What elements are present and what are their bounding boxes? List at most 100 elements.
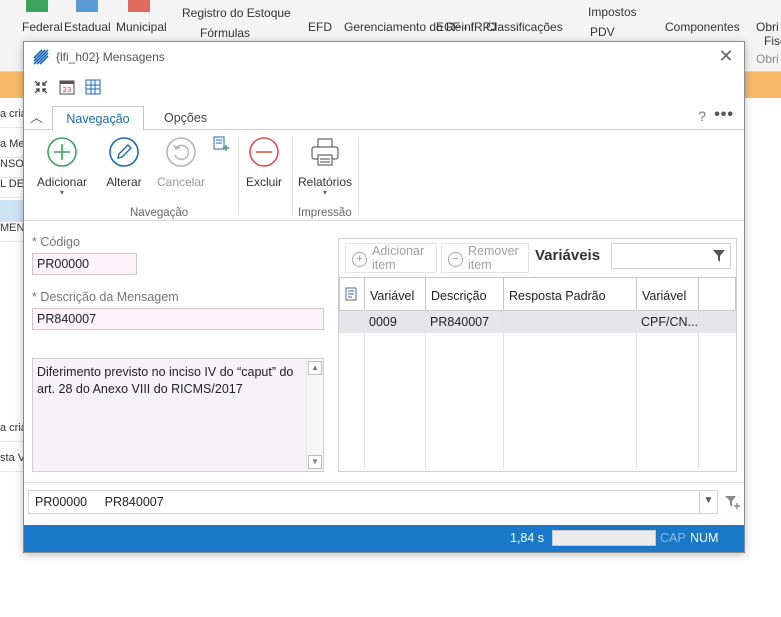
bg-row: sta V (0, 452, 24, 472)
grid-line (425, 311, 426, 469)
bg-row: NSO (0, 158, 24, 178)
copy-add-icon (213, 136, 229, 151)
mensagem-textarea[interactable]: Diferimento previsto no inciso IV do “ca… (32, 358, 324, 472)
estadual-icon (76, 0, 98, 12)
cell-resposta-padrao[interactable] (503, 311, 637, 333)
bg-row: a cria (0, 108, 24, 128)
tab-navegacao[interactable]: Navegação (52, 106, 144, 131)
variaveis-title: Variáveis (535, 247, 601, 264)
variaveis-grid: Variável Descrição Resposta Padrão Variá… (339, 277, 736, 471)
status-progress-bar (552, 530, 656, 546)
background-right-panel (744, 98, 781, 518)
column-header-extra[interactable] (698, 277, 736, 311)
bg-row: a Me (0, 138, 24, 158)
grid-line (364, 311, 365, 469)
tab-opcoes[interactable]: Opções (152, 106, 219, 131)
window-title: {lfi_h02} Mensagens (56, 50, 165, 64)
group-label-impressao: Impressão (298, 207, 352, 219)
add-copy-button[interactable] (212, 135, 230, 156)
chevron-down-icon[interactable]: ▼ (699, 491, 717, 513)
remover-item-button[interactable]: − Remover item (441, 243, 529, 273)
variaveis-search-input[interactable] (611, 243, 731, 269)
ribbon-formulas[interactable]: Fórmulas (182, 26, 250, 40)
record-descricao: PR840007 (104, 495, 164, 509)
codigo-input[interactable]: PR00000 (32, 253, 137, 275)
record-selector-bar: PR00000 PR840007 ▼ (24, 482, 744, 518)
scroll-up-icon[interactable]: ▲ (308, 361, 322, 375)
ribbon-componentes[interactable]: Componentes (665, 20, 740, 34)
collapse-arrows-icon[interactable] (32, 78, 50, 96)
ribbon-federal[interactable]: Federal (22, 20, 63, 34)
grid-line (698, 311, 699, 469)
ribbon-estadual[interactable]: Estadual (64, 20, 111, 34)
ribbon-registro-estoque[interactable]: Registro do Estoque (182, 6, 291, 20)
ribbon-efd[interactable]: EFD (308, 20, 332, 34)
scroll-down-icon[interactable]: ▼ (308, 455, 322, 469)
adicionar-button[interactable]: Adicionar ▾ (34, 135, 90, 197)
column-header-resposta-padrao[interactable]: Resposta Padrão (503, 277, 637, 311)
adicionar-item-button[interactable]: + Adicionar item (345, 243, 437, 273)
filter-icon[interactable] (712, 249, 726, 263)
column-header-variavel[interactable]: Variável (364, 277, 426, 311)
svg-text:23: 23 (63, 86, 72, 94)
record-selector-field[interactable]: PR00000 PR840007 ▼ (28, 490, 718, 514)
background-left-list: a cria a Me NSO L DE MENT a cria sta V (0, 98, 24, 518)
more-options-button[interactable]: ••• (714, 106, 734, 124)
title-bar: {lfi_h02} Mensagens ✕ (24, 42, 744, 72)
collapse-ribbon-icon[interactable]: ︿ (30, 107, 46, 125)
relatorios-label: Relatórios (297, 175, 353, 189)
group-label-navegacao: Navegação (130, 207, 189, 219)
close-button[interactable]: ✕ (716, 46, 736, 66)
record-codigo: PR00000 (35, 495, 88, 509)
cell-variavel-2[interactable]: CPF/CN... (636, 311, 699, 333)
grid-config-icon (345, 287, 357, 301)
grid-line (636, 311, 637, 469)
remover-item-label: Remover item (468, 244, 519, 272)
ribbon-separator (238, 137, 239, 215)
codigo-label: * Código (32, 235, 80, 249)
add-circle-icon (47, 137, 77, 167)
excluir-label: Excluir (245, 175, 282, 189)
grid-line (503, 311, 504, 469)
cancelar-button[interactable]: Cancelar (154, 135, 208, 189)
ribbon-obri[interactable]: Obri (756, 20, 779, 34)
cell-descricao[interactable]: PR840007 (425, 311, 504, 333)
alterar-label: Alterar (106, 175, 142, 189)
adicionar-label: Adicionar (36, 175, 88, 189)
federal-icon (26, 0, 48, 12)
dropdown-arrow-icon: ▾ (322, 188, 327, 197)
ribbon-obri-group: Obri (756, 52, 779, 66)
status-bar: 1,84 s CAP NUM (24, 525, 744, 552)
edit-pencil-icon (109, 137, 139, 167)
grid-settings-header[interactable] (339, 277, 365, 311)
variaveis-toolbar: + Adicionar item − Remover item Variáveis (339, 239, 736, 275)
help-button[interactable]: ? (698, 108, 706, 124)
municipal-icon (128, 0, 150, 12)
bg-row: L DE (0, 178, 24, 198)
mensagem-text: Diferimento previsto no inciso IV do “ca… (37, 365, 294, 396)
relatorios-button[interactable]: Relatórios ▾ (296, 135, 354, 197)
cancelar-label: Cancelar (156, 175, 206, 189)
ribbon-classificacoes[interactable]: Classificações (486, 20, 563, 34)
ribbon-municipal[interactable]: Municipal (116, 20, 167, 34)
column-header-variavel-2[interactable]: Variável (636, 277, 699, 311)
grid-view-icon[interactable] (84, 78, 102, 96)
excluir-button[interactable]: Excluir (244, 135, 284, 189)
bg-row: MENT (0, 222, 24, 242)
status-caps-lock: CAP (660, 531, 686, 545)
ribbon-impostos[interactable]: Impostos (588, 5, 637, 19)
status-num-lock: NUM (690, 531, 719, 545)
column-header-descricao[interactable]: Descrição (425, 277, 504, 311)
textarea-scrollbar[interactable]: ▲ ▼ (306, 359, 323, 471)
cell-variavel[interactable]: 0009 (364, 311, 426, 333)
descricao-input[interactable]: PR840007 (32, 308, 324, 330)
filter-add-icon[interactable] (724, 494, 740, 510)
undo-icon (166, 137, 196, 167)
calendar-icon[interactable]: 23 (58, 78, 76, 96)
app-logo-icon (33, 49, 49, 65)
adicionar-item-label: Adicionar item (372, 244, 425, 272)
descricao-label: * Descrição da Mensagem (32, 290, 179, 304)
ribbon-pdv[interactable]: PDV (590, 25, 615, 39)
alterar-button[interactable]: Alterar (102, 135, 146, 189)
status-elapsed-time: 1,84 s (510, 531, 545, 545)
